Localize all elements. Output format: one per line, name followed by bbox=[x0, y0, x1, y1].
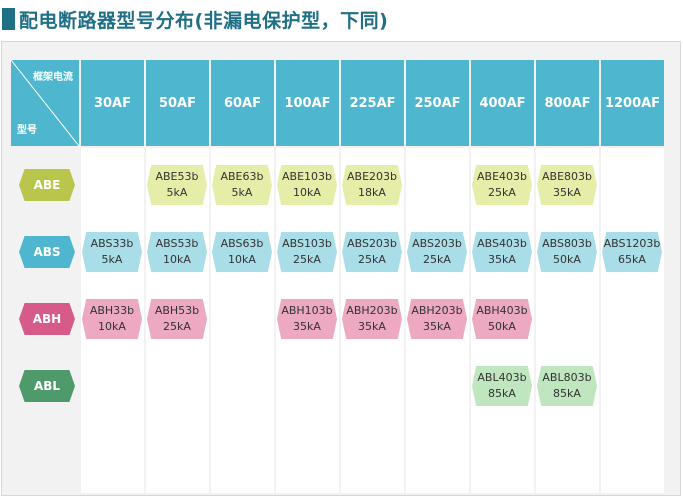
model-cell: ABH203b 35kA bbox=[342, 299, 402, 339]
page-title: 配电断路器型号分布(非漏电保护型，下同) bbox=[19, 9, 389, 32]
column-header: 225AF bbox=[341, 60, 404, 146]
model-cell: ABS103b 25kA bbox=[277, 232, 337, 272]
breaking-capacity: 85kA bbox=[553, 387, 581, 400]
model-name: ABH203b bbox=[411, 304, 463, 317]
column-header: 800AF bbox=[536, 60, 599, 146]
model-cell: ABS203b 25kA bbox=[407, 232, 467, 272]
model-cell: ABE63b 5kA bbox=[212, 165, 272, 205]
column-body bbox=[601, 148, 664, 493]
breaking-capacity: 35kA bbox=[293, 320, 321, 333]
column-header: 30AF bbox=[81, 60, 144, 146]
model-cell: ABH33b 10kA bbox=[82, 299, 142, 339]
breaking-capacity: 35kA bbox=[488, 253, 516, 266]
model-name: ABE803b bbox=[542, 170, 592, 183]
model-cell: ABS403b 35kA bbox=[472, 232, 532, 272]
model-cell: ABH203b 35kA bbox=[407, 299, 467, 339]
heading-square-icon bbox=[2, 8, 15, 30]
series-tag-abl: ABL bbox=[19, 370, 75, 402]
page-heading: 配电断路器型号分布(非漏电保护型，下同) bbox=[2, 4, 388, 34]
series-tag-abs: ABS bbox=[19, 236, 75, 268]
model-cell: ABS1203b 65kA bbox=[602, 232, 662, 272]
breaking-capacity: 85kA bbox=[488, 387, 516, 400]
model-name: ABE103b bbox=[282, 170, 332, 183]
model-name: ABS63b bbox=[220, 237, 264, 250]
model-name: ABL803b bbox=[542, 371, 592, 384]
model-name: ABE403b bbox=[477, 170, 527, 183]
model-cell: ABS63b 10kA bbox=[212, 232, 272, 272]
breaking-capacity: 50kA bbox=[488, 320, 516, 333]
column-header: 1200AF bbox=[601, 60, 664, 146]
model-name: ABS803b bbox=[542, 237, 592, 250]
model-name: ABL403b bbox=[477, 371, 527, 384]
model-cell: ABE803b 35kA bbox=[537, 165, 597, 205]
breaking-capacity: 35kA bbox=[553, 186, 581, 199]
breaking-capacity: 5kA bbox=[231, 186, 253, 199]
corner-model-label: 型号 bbox=[17, 125, 37, 136]
model-cell: ABS803b 50kA bbox=[537, 232, 597, 272]
model-cell: ABE203b 18kA bbox=[342, 165, 402, 205]
model-cell: ABE53b 5kA bbox=[147, 165, 207, 205]
model-name: ABH53b bbox=[154, 304, 200, 317]
model-name: ABE53b bbox=[155, 170, 199, 183]
breaking-capacity: 25kA bbox=[163, 320, 191, 333]
corner-header: 框架电流 型号 bbox=[11, 60, 79, 146]
model-name: ABS203b bbox=[347, 237, 397, 250]
column-header: 60AF bbox=[211, 60, 274, 146]
model-name: ABH203b bbox=[346, 304, 398, 317]
breaking-capacity: 25kA bbox=[293, 253, 321, 266]
model-cell: ABS33b 5kA bbox=[82, 232, 142, 272]
model-name: ABS53b bbox=[155, 237, 199, 250]
model-name: ABE63b bbox=[220, 170, 264, 183]
model-cell: ABS203b 25kA bbox=[342, 232, 402, 272]
model-cell: ABL403b 85kA bbox=[472, 366, 532, 406]
model-cell: ABS53b 10kA bbox=[147, 232, 207, 272]
series-tag-abh: ABH bbox=[19, 303, 75, 335]
breaking-capacity: 5kA bbox=[166, 186, 188, 199]
breaking-capacity: 35kA bbox=[358, 320, 386, 333]
column-header: 100AF bbox=[276, 60, 339, 146]
column-header: 250AF bbox=[406, 60, 469, 146]
model-cell: ABL803b 85kA bbox=[537, 366, 597, 406]
model-name: ABE203b bbox=[347, 170, 397, 183]
model-cell: ABH403b 50kA bbox=[472, 299, 532, 339]
series-tag-abe: ABE bbox=[19, 169, 75, 201]
breaking-capacity: 25kA bbox=[358, 253, 386, 266]
model-cell: ABH103b 35kA bbox=[277, 299, 337, 339]
model-cell: ABE103b 10kA bbox=[277, 165, 337, 205]
breaking-capacity: 18kA bbox=[358, 186, 386, 199]
model-cell: ABH53b 25kA bbox=[147, 299, 207, 339]
breaking-capacity: 5kA bbox=[101, 253, 123, 266]
model-name: ABH103b bbox=[281, 304, 333, 317]
model-name: ABS403b bbox=[477, 237, 527, 250]
model-cell: ABE403b 25kA bbox=[472, 165, 532, 205]
breaking-capacity: 10kA bbox=[293, 186, 321, 199]
breaking-capacity: 10kA bbox=[163, 253, 191, 266]
breaking-capacity: 10kA bbox=[98, 320, 126, 333]
breaking-capacity: 25kA bbox=[488, 186, 516, 199]
breaking-capacity: 35kA bbox=[423, 320, 451, 333]
model-name: ABS33b bbox=[90, 237, 134, 250]
breaking-capacity: 65kA bbox=[618, 253, 646, 266]
page: 配电断路器型号分布(非漏电保护型，下同) 框架电流 型号 30AF 50AF 60A… bbox=[0, 0, 683, 498]
model-name: ABS203b bbox=[412, 237, 462, 250]
corner-frame-current-label: 框架电流 bbox=[33, 72, 73, 83]
column-header: 50AF bbox=[146, 60, 209, 146]
breaking-capacity: 25kA bbox=[423, 253, 451, 266]
model-name: ABS103b bbox=[282, 237, 332, 250]
model-name: ABH33b bbox=[89, 304, 135, 317]
model-name: ABS1203b bbox=[603, 237, 661, 250]
column-header: 400AF bbox=[471, 60, 534, 146]
model-name: ABH403b bbox=[476, 304, 528, 317]
breaking-capacity: 50kA bbox=[553, 253, 581, 266]
breaking-capacity: 10kA bbox=[228, 253, 256, 266]
